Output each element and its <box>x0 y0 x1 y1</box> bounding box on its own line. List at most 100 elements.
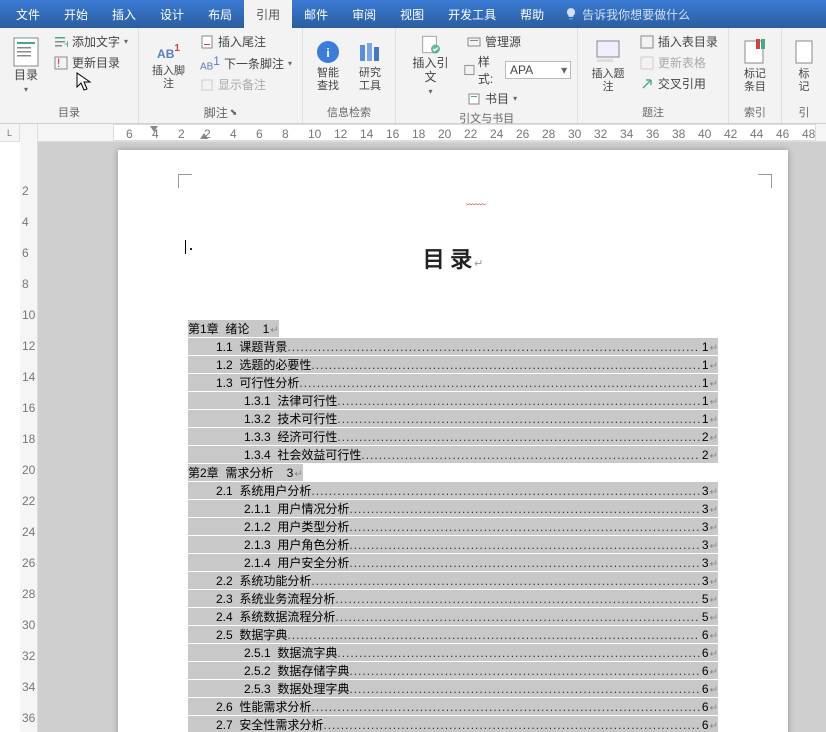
toc-entry[interactable]: 2.1.2 用户类型分析............................… <box>188 518 718 536</box>
tab-help[interactable]: 帮助 <box>508 0 556 29</box>
group-label-captions: 题注 <box>642 102 664 123</box>
toc-entry[interactable]: 2.5.1 数据流字典.............................… <box>188 644 718 662</box>
tab-layout[interactable]: 布局 <box>196 0 244 29</box>
group-index: 标记 条目 索引 <box>729 28 782 123</box>
horizontal-ruler[interactable]: 6422468101214161820222426283032343638404… <box>38 124 826 142</box>
add-text-icon: + <box>54 35 68 49</box>
mark2-icon <box>794 38 814 66</box>
toc-entry[interactable]: 2.3 系统业务流程分析............................… <box>188 590 718 608</box>
manage-sources-button[interactable]: 管理源 <box>463 32 571 51</box>
lightbulb-icon <box>564 7 578 21</box>
toc-entry[interactable]: 2.5.3 数据处理字典............................… <box>188 680 718 698</box>
toc-entry[interactable]: 1.3.1 法律可行性.............................… <box>188 392 718 410</box>
group-label-toc: 目录 <box>58 102 80 123</box>
group-research: i 智能 查找 研究 工具 信息检索 <box>303 28 396 123</box>
toc-entry[interactable]: 2.1 系统用户分析..............................… <box>188 482 718 500</box>
cross-reference-button[interactable]: 交叉引用 <box>636 74 722 93</box>
insert-caption-button[interactable]: 插入题注 <box>584 30 632 102</box>
paragraph-dot: · <box>188 238 194 259</box>
info-icon: i <box>315 39 341 65</box>
group-citations: 插入引文▾ 管理源 样式:APA 书目 ▾ 引文与书目 <box>396 28 578 123</box>
toc-entry[interactable]: 2.1.3 用户角色分析............................… <box>188 536 718 554</box>
tab-mail[interactable]: 邮件 <box>292 0 340 29</box>
table-of-contents[interactable]: 第1章 绪论 1↵1.1 课题背景.......................… <box>188 320 718 732</box>
tab-view[interactable]: 视图 <box>388 0 436 29</box>
notes-icon <box>200 78 214 92</box>
toc-icon <box>12 37 40 67</box>
citation-icon <box>417 34 445 55</box>
toc-entry[interactable]: 1.2 选题的必要性..............................… <box>188 356 718 374</box>
bibliography-button[interactable]: 书目 ▾ <box>463 89 571 108</box>
group-label-index: 索引 <box>744 102 766 123</box>
toc-entry[interactable]: 1.3 可行性分析...............................… <box>188 374 718 392</box>
tab-references[interactable]: 引用 <box>244 0 292 29</box>
margin-corner-tr <box>758 174 772 188</box>
document-page[interactable]: ﹏﹏ · 目 录 第1章 绪论 1↵1.1 课题背景..............… <box>118 150 788 732</box>
toc-entry[interactable]: 2.1.4 用户安全分析............................… <box>188 554 718 572</box>
toc-entry[interactable]: 第2章 需求分析 3↵ <box>188 464 303 482</box>
group-footnotes: AB1 插入脚注 插入尾注 AB1下一条脚注 ▾ 显示备注 脚注 ⬊ <box>139 28 303 123</box>
page-viewport[interactable]: ﹏﹏ · 目 录 第1章 绪论 1↵1.1 课题背景..............… <box>38 142 826 732</box>
toc-entry[interactable]: 2.5.2 数据存储字典............................… <box>188 662 718 680</box>
tab-insert[interactable]: 插入 <box>100 0 148 29</box>
mark-cite-button[interactable]: 标记 <box>788 30 820 102</box>
vertical-ruler[interactable]: 24681012141618202224262830323436 <box>20 124 38 732</box>
toc-entry[interactable]: 1.3.3 经济可行性.............................… <box>188 428 718 446</box>
svg-text:!: ! <box>57 56 60 70</box>
mark-icon <box>741 38 769 66</box>
toc-entry[interactable]: 1.3.4 社会效益可行性...........................… <box>188 446 718 464</box>
style-icon <box>463 63 476 77</box>
update-icon: ! <box>54 56 68 70</box>
group-toc: 目录▾ +添加文字 ▾ !更新目录 目录 <box>0 28 139 123</box>
svg-text:+: + <box>64 37 68 49</box>
toc-entry[interactable]: 1.1 课题背景................................… <box>188 338 718 356</box>
smart-lookup-button[interactable]: i 智能 查找 <box>309 30 347 102</box>
toc-entry[interactable]: 1.3.2 技术可行性.............................… <box>188 410 718 428</box>
biblio-icon <box>467 92 481 106</box>
ab-small-icon: AB1 <box>200 54 220 72</box>
caption-icon <box>594 38 622 66</box>
insert-citation-button[interactable]: 插入引文▾ <box>402 30 459 102</box>
group-mark: 标记 引 <box>782 28 826 123</box>
ribbon: 目录▾ +添加文字 ▾ !更新目录 目录 AB1 插入脚注 插入尾注 AB1下一… <box>0 28 826 124</box>
group-label-mark: 引 <box>798 102 809 123</box>
toc-entry[interactable]: 2.4 系统数据流程分析............................… <box>188 608 718 626</box>
toc-heading[interactable]: 目 录 <box>118 242 788 274</box>
menu-tabs: 文件 开始 插入 设计 布局 引用 邮件 审阅 视图 开发工具 帮助 告诉我你想… <box>0 0 826 28</box>
tab-review[interactable]: 审阅 <box>340 0 388 29</box>
insert-table-figures-button[interactable]: 插入表目录 <box>636 32 722 51</box>
insert-footnote-button[interactable]: AB1 插入脚注 <box>145 30 192 102</box>
toc-button[interactable]: 目录▾ <box>6 30 46 102</box>
tab-home[interactable]: 开始 <box>52 0 100 29</box>
update-table-button: 更新表格 <box>636 53 722 72</box>
tell-me-search[interactable]: 告诉我你想要做什么 <box>564 6 690 23</box>
add-text-button[interactable]: +添加文字 ▾ <box>50 32 132 51</box>
show-notes-button: 显示备注 <box>196 75 296 94</box>
toc-entry[interactable]: 2.5 数据字典................................… <box>188 626 718 644</box>
toc-entry[interactable]: 2.2 系统功能分析..............................… <box>188 572 718 590</box>
tab-file[interactable]: 文件 <box>4 0 52 29</box>
group-captions: 插入题注 插入表目录 更新表格 交叉引用 题注 <box>578 28 729 123</box>
svg-text:i: i <box>326 46 329 60</box>
squiggly-mark: ﹏﹏ <box>466 192 486 207</box>
crossref-icon <box>640 77 654 91</box>
mark-entry-button[interactable]: 标记 条目 <box>735 30 775 102</box>
tab-design[interactable]: 设计 <box>148 0 196 29</box>
books-icon <box>357 39 383 65</box>
next-footnote-button[interactable]: AB1下一条脚注 ▾ <box>196 53 296 73</box>
manage-icon <box>467 35 481 49</box>
endnote-icon <box>200 35 214 49</box>
ruler-corner: L <box>0 124 20 142</box>
research-tool-button[interactable]: 研究 工具 <box>351 30 389 102</box>
toc-entry[interactable]: 2.6 性能需求分析..............................… <box>188 698 718 716</box>
toc-entry[interactable]: 2.1.1 用户情况分析............................… <box>188 500 718 518</box>
ab-icon: AB1 <box>157 42 180 63</box>
tab-dev[interactable]: 开发工具 <box>436 0 508 29</box>
update-toc-button[interactable]: !更新目录 <box>50 53 132 72</box>
insert-endnote-button[interactable]: 插入尾注 <box>196 32 296 51</box>
toc-entry[interactable]: 2.7 安全性需求分析.............................… <box>188 716 718 732</box>
toc-entry[interactable]: 第1章 绪论 1↵ <box>188 320 279 338</box>
update-table-icon <box>640 56 654 70</box>
group-label-footnotes: 脚注 ⬊ <box>204 102 238 124</box>
citation-style-select[interactable]: 样式:APA <box>463 53 571 87</box>
